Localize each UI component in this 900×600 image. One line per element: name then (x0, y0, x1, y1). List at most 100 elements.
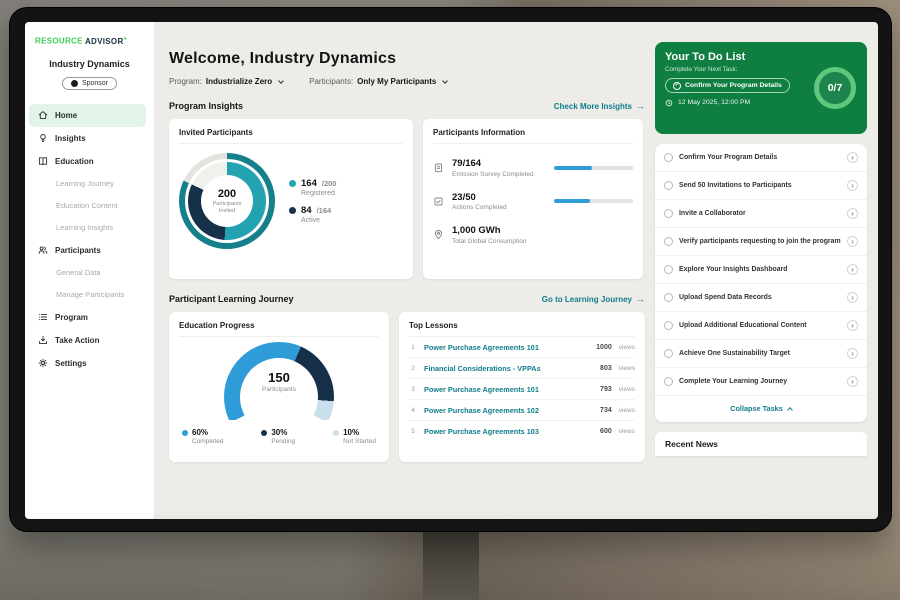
task-checkbox[interactable] (664, 265, 673, 274)
task-row[interactable]: Upload Additional Educational Content › (655, 312, 867, 340)
legend-dot (333, 430, 339, 436)
lesson-views-suffix: views (619, 386, 635, 393)
lesson-link[interactable]: Financial Considerations - VPPAs (424, 364, 593, 373)
sidebar-item-education[interactable]: Education (25, 150, 154, 173)
lesson-views: 1000 (596, 344, 612, 351)
legend-total: /164 (317, 206, 332, 215)
sidebar-item-general-data[interactable]: General Data (25, 262, 154, 284)
recent-news-title: Recent News (665, 439, 718, 449)
check-more-insights-link[interactable]: Check More Insights→ (554, 101, 645, 111)
task-row[interactable]: Send 50 Invitations to Participants › (655, 172, 867, 200)
info-card-title: Participants Information (433, 128, 633, 144)
sidebar-item-insights[interactable]: Insights (25, 127, 154, 150)
chevron-right-icon[interactable]: › (847, 348, 858, 359)
lesson-views: 793 (600, 386, 612, 393)
learning-journey-title: Participant Learning Journey (169, 294, 294, 304)
task-row[interactable]: Invite a Collaborator› (655, 200, 867, 228)
gauge-legend-entry: 30%Pending (261, 428, 295, 445)
program-filter-label: Program: (169, 77, 202, 86)
chevron-down-icon (278, 78, 284, 84)
logo-secondary-text: ADVISOR+ (85, 37, 127, 46)
collapse-tasks-button[interactable]: Collapse Tasks (655, 396, 867, 422)
task-checkbox[interactable] (664, 321, 673, 330)
survey-icon (433, 162, 445, 174)
sidebar-item-settings[interactable]: Settings (25, 352, 154, 375)
task-checkbox[interactable] (664, 181, 673, 190)
donut-center: 200 Participants Invited (201, 175, 253, 227)
legend-percent: 30% (271, 428, 287, 437)
chevron-right-icon[interactable]: › (847, 180, 858, 191)
task-checkbox[interactable] (664, 377, 673, 386)
task-row[interactable]: Explore Your Insights Dashboard› (655, 256, 867, 284)
task-checkbox[interactable] (664, 153, 673, 162)
sidebar-item-program[interactable]: Program (25, 306, 154, 329)
lesson-row: 1Power Purchase Agreements 1011000views (409, 337, 635, 358)
lesson-link[interactable]: Power Purchase Agreements 101 (424, 385, 593, 394)
chevron-right-icon[interactable]: › (847, 152, 858, 163)
task-row[interactable]: Upload Spend Data Records› (655, 284, 867, 312)
sponsor-label: Sponsor (82, 80, 108, 87)
donut-center-label: Participants Invited (206, 201, 248, 215)
task-checkbox[interactable] (664, 237, 673, 246)
next-task-pill[interactable]: ✓ Confirm Your Program Details (665, 78, 790, 93)
chevron-right-icon[interactable]: › (847, 208, 858, 219)
donut-legend: 164/200Registered 84/164Active (289, 170, 336, 232)
task-row[interactable]: Achieve One Sustainability Target› (655, 340, 867, 368)
task-label: Upload Additional Educational Content (679, 321, 841, 330)
resource-advisor-logo: RESOURCE ADVISOR+ (25, 36, 154, 46)
chevron-right-icon[interactable]: › (847, 376, 858, 387)
task-label: Send 50 Invitations to Participants (679, 181, 841, 190)
sidebar-item-take-action[interactable]: Take Action (25, 329, 154, 352)
sidebar-item-participants[interactable]: Participants (25, 239, 154, 262)
sidebar-item-learning-insights[interactable]: Learning Insights (25, 217, 154, 239)
task-row[interactable]: Verify participants requesting to join t… (655, 228, 867, 256)
program-icon (37, 312, 48, 323)
chevron-right-icon[interactable]: › (847, 320, 858, 331)
lesson-views-suffix: views (619, 428, 635, 435)
desk-background: RESOURCE ADVISOR+ Industry Dynamics Spon… (0, 0, 900, 600)
settings-icon (37, 358, 48, 369)
lesson-link[interactable]: Power Purchase Agreements 103 (424, 427, 593, 436)
legend-entry: 84/164Active (289, 205, 336, 224)
legend-entry: 164/200Registered (289, 178, 336, 197)
info-value: 23/50 (452, 192, 547, 203)
sponsor-badge[interactable]: Sponsor (62, 77, 117, 90)
program-filter[interactable]: Program: Industrialize Zero (169, 77, 283, 86)
task-checkbox[interactable] (664, 349, 673, 358)
sidebar-item-label: Home (55, 111, 77, 120)
task-checkbox[interactable] (664, 293, 673, 302)
lesson-views-suffix: views (619, 365, 635, 372)
sidebar-item-label: Program (55, 313, 88, 322)
legend-percent: 60% (192, 428, 208, 437)
chevron-right-icon[interactable]: › (847, 292, 858, 303)
sidebar-item-education-content[interactable]: Education Content (25, 195, 154, 217)
sidebar-item-learning-journey[interactable]: Learning Journey (25, 173, 154, 195)
info-label: Total Global Consumption (452, 238, 547, 245)
legend-label: Pending (271, 438, 295, 445)
lesson-row: 3Power Purchase Agreements 101793views (409, 379, 635, 400)
go-to-learning-journey-link[interactable]: Go to Learning Journey→ (542, 294, 645, 304)
main-content: Welcome, Industry Dynamics Program: Indu… (155, 22, 655, 519)
participants-filter[interactable]: Participants: Only My Participants (309, 77, 447, 86)
task-checkbox[interactable] (664, 209, 673, 218)
legend-dot (182, 430, 188, 436)
task-label: Verify participants requesting to join t… (679, 237, 841, 246)
task-row[interactable]: Confirm Your Program Details› (655, 144, 867, 172)
progress-bar (554, 199, 633, 203)
legend-label: Registered (301, 190, 336, 197)
chevron-right-icon[interactable]: › (847, 264, 858, 275)
lesson-link[interactable]: Power Purchase Agreements 101 (424, 343, 589, 352)
chevron-right-icon[interactable]: › (847, 236, 858, 247)
clock-icon (665, 98, 674, 107)
education-gauge-wrap: 150 Participants (179, 342, 379, 420)
lesson-link[interactable]: Power Purchase Agreements 102 (424, 406, 593, 415)
participants-information-card: Participants Information 79/164Emission … (423, 119, 643, 279)
sidebar-item-manage-participants[interactable]: Manage Participants (25, 284, 154, 306)
program-filter-value: Industrialize Zero (206, 77, 272, 86)
sidebar-item-home[interactable]: Home (29, 104, 146, 127)
lesson-row: 2Financial Considerations - VPPAs803view… (409, 358, 635, 379)
invited-participants-card: Invited Participants 200 Participants In… (169, 119, 413, 279)
gauge-legend-entry: 60%Completed (182, 428, 223, 445)
task-row[interactable]: Complete Your Learning Journey› (655, 368, 867, 396)
page-title: Welcome, Industry Dynamics (169, 50, 645, 68)
